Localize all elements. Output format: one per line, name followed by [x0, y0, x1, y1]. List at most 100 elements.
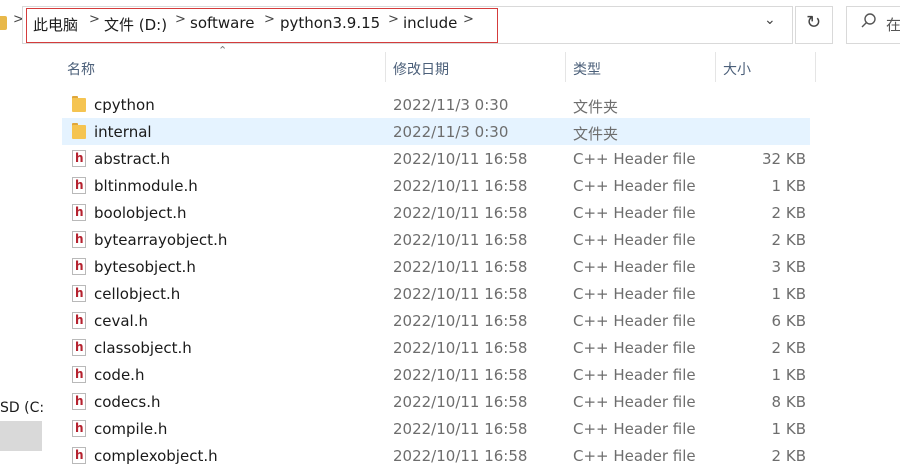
column-header-date[interactable]: 修改日期 [393, 59, 449, 79]
refresh-icon[interactable]: ↻ [806, 12, 821, 33]
chevron-right-icon[interactable]: > [388, 12, 399, 27]
file-modified-date: 2022/10/11 16:58 [393, 177, 528, 195]
breadcrumb-drive-d[interactable]: 文件 (D:) [104, 14, 167, 35]
file-row[interactable]: h boolobject.h 2022/10/11 16:58 C++ Header … [62, 199, 810, 226]
file-row[interactable]: h complexobject.h 2022/10/11 16:58 C++ Head… [62, 442, 810, 465]
file-size: 2 KB [771, 339, 806, 357]
file-row[interactable]: h cellobject.h 2022/10/11 16:58 C++ Header … [62, 280, 810, 307]
file-modified-date: 2022/10/11 16:58 [393, 150, 528, 168]
file-name: cpython [94, 96, 155, 114]
chevron-right-icon[interactable]: > [264, 12, 275, 27]
file-row[interactable]: cpython 2022/11/3 0:30 文件夹 [62, 91, 810, 118]
column-header-name[interactable]: 名称 [67, 59, 95, 79]
header-file-icon: h [72, 231, 86, 248]
file-type: C++ Header file [573, 258, 696, 276]
folder-icon [72, 123, 86, 140]
file-size: 2 KB [771, 447, 806, 465]
file-type: C++ Header file [573, 339, 696, 357]
file-modified-date: 2022/10/11 16:58 [393, 231, 528, 249]
file-name: complexobject.h [94, 447, 218, 465]
header-file-icon: h [72, 393, 86, 410]
search-placeholder: 在 [886, 16, 900, 34]
file-size: 1 KB [771, 366, 806, 384]
file-name: classobject.h [94, 339, 192, 357]
file-row[interactable]: h compile.h 2022/10/11 16:58 C++ Header fil… [62, 415, 810, 442]
file-name: bytesobject.h [94, 258, 196, 276]
chevron-down-icon[interactable]: ⌄ [764, 12, 776, 28]
file-size: 8 KB [771, 393, 806, 411]
file-name: ceval.h [94, 312, 148, 330]
file-type: C++ Header file [573, 420, 696, 438]
column-divider[interactable] [715, 52, 716, 82]
header-file-icon: h [72, 177, 86, 194]
header-file-icon: h [72, 312, 86, 329]
file-size: 1 KB [771, 177, 806, 195]
file-row[interactable]: h bltinmodule.h 2022/10/11 16:58 C++ Header… [62, 172, 810, 199]
column-header-type[interactable]: 类型 [573, 59, 601, 79]
file-type: C++ Header file [573, 366, 696, 384]
breadcrumb-include[interactable]: include [403, 14, 457, 32]
column-divider[interactable] [815, 52, 816, 82]
file-modified-date: 2022/10/11 16:58 [393, 312, 528, 330]
file-row[interactable]: h codecs.h 2022/10/11 16:58 C++ Header file… [62, 388, 810, 415]
search-icon [861, 13, 876, 28]
file-row[interactable]: h classobject.h 2022/10/11 16:58 C++ Header… [62, 334, 810, 361]
file-size: 32 KB [762, 150, 806, 168]
sort-ascending-icon: ⌃ [218, 44, 228, 57]
file-name: abstract.h [94, 150, 171, 168]
file-modified-date: 2022/11/3 0:30 [393, 123, 509, 141]
file-size: 1 KB [771, 420, 806, 438]
header-file-icon: h [72, 339, 86, 356]
folder-icon [0, 16, 7, 30]
column-divider[interactable] [385, 52, 386, 82]
file-type: C++ Header file [573, 312, 696, 330]
header-file-icon: h [72, 366, 86, 383]
file-size: 1 KB [771, 285, 806, 303]
nav-item-drive-c[interactable]: SD (C: [0, 400, 48, 416]
header-file-icon: h [72, 420, 86, 437]
file-type: C++ Header file [573, 150, 696, 168]
file-type: C++ Header file [573, 447, 696, 465]
chevron-right-icon[interactable]: > [175, 12, 186, 27]
column-header-size[interactable]: 大小 [723, 59, 751, 79]
file-size: 3 KB [771, 258, 806, 276]
file-name: cellobject.h [94, 285, 181, 303]
file-name: compile.h [94, 420, 168, 438]
file-row[interactable]: h code.h 2022/10/11 16:58 C++ Header file 1 … [62, 361, 810, 388]
file-type: C++ Header file [573, 393, 696, 411]
file-modified-date: 2022/10/11 16:58 [393, 420, 528, 438]
header-file-icon: h [72, 150, 86, 167]
file-modified-date: 2022/10/11 16:58 [393, 366, 528, 384]
file-row[interactable]: internal 2022/11/3 0:30 文件夹 [62, 118, 810, 145]
header-file-icon: h [72, 258, 86, 275]
nav-item-selected[interactable] [0, 421, 42, 451]
file-row[interactable]: h ceval.h 2022/10/11 16:58 C++ Header file 6… [62, 307, 810, 334]
header-file-icon: h [72, 447, 86, 464]
file-name: code.h [94, 366, 145, 384]
file-row[interactable]: h abstract.h 2022/10/11 16:58 C++ Header fi… [62, 145, 810, 172]
file-modified-date: 2022/11/3 0:30 [393, 96, 509, 114]
file-row[interactable]: h bytesobject.h 2022/10/11 16:58 C++ Header… [62, 253, 810, 280]
breadcrumb-python[interactable]: python3.9.15 [280, 14, 380, 32]
file-type: 文件夹 [573, 125, 619, 143]
file-size: 2 KB [771, 231, 806, 249]
file-name: codecs.h [94, 393, 161, 411]
chevron-right-icon[interactable]: > [89, 12, 100, 27]
breadcrumb-software[interactable]: software [190, 14, 254, 32]
file-name: bltinmodule.h [94, 177, 198, 195]
file-modified-date: 2022/10/11 16:58 [393, 447, 528, 465]
file-modified-date: 2022/10/11 16:58 [393, 393, 528, 411]
file-modified-date: 2022/10/11 16:58 [393, 339, 528, 357]
column-divider[interactable] [565, 52, 566, 82]
file-size: 2 KB [771, 204, 806, 222]
breadcrumb-this-pc[interactable]: 此电脑 [33, 14, 78, 35]
file-row[interactable]: h bytearrayobject.h 2022/10/11 16:58 C++ He… [62, 226, 810, 253]
address-toolbar: > 此电脑 > 文件 (D:) > software > python3.9.1… [0, 0, 900, 50]
file-name: boolobject.h [94, 204, 187, 222]
chevron-right-icon[interactable]: > [463, 12, 474, 27]
file-name: bytearrayobject.h [94, 231, 228, 249]
file-modified-date: 2022/10/11 16:58 [393, 204, 528, 222]
header-file-icon: h [72, 285, 86, 302]
file-modified-date: 2022/10/11 16:58 [393, 258, 528, 276]
file-type: C++ Header file [573, 231, 696, 249]
